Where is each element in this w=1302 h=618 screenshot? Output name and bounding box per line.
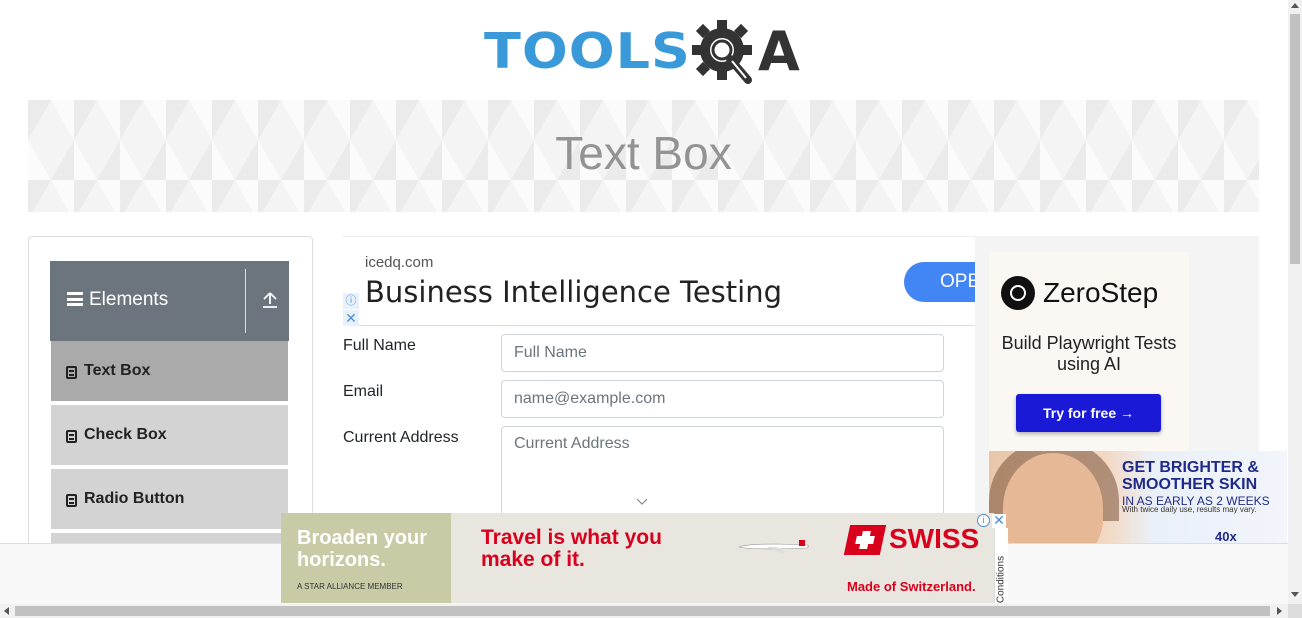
ad-domain: icedq.com <box>365 254 434 271</box>
document-icon <box>66 366 77 379</box>
sidebar-item-label: Check Box <box>84 426 167 443</box>
swiss-ad-travel-text: Travel is what you make of it. <box>481 526 662 571</box>
collapse-up-icon[interactable] <box>262 291 278 309</box>
sidebar-item-radio-button[interactable]: Radio Button <box>51 469 288 531</box>
scroll-right-icon[interactable] <box>1277 607 1282 615</box>
zerostep-logo-icon <box>1001 276 1035 310</box>
try-for-free-button[interactable]: Try for free → <box>1016 394 1161 432</box>
swiss-brand: SWISS <box>889 523 980 554</box>
swiss-flag-icon <box>843 525 887 555</box>
skin-ad-fineprint: With twice daily use, results may vary. <box>1122 505 1257 514</box>
ad-close-icon[interactable]: ✕ <box>343 310 359 326</box>
document-icon <box>66 494 77 507</box>
divider <box>245 269 246 333</box>
swiss-ad-left-text: Broaden your horizons. <box>297 527 428 571</box>
sidebar-item-text-box[interactable]: Text Box <box>51 341 288 403</box>
zerostep-ad-card[interactable]: ZeroStep Build Playwright Tests using AI… <box>989 252 1189 452</box>
ad-open-button[interactable]: OPEN <box>904 262 975 302</box>
zerostep-brand: ZeroStep <box>1043 277 1159 308</box>
sidebar-item-label: Text Box <box>84 362 151 379</box>
skin-ad-badge: 40x <box>1215 529 1237 544</box>
swiss-ad[interactable]: Broaden your horizons. A STAR ALLIANCE M… <box>281 513 994 603</box>
scrollbar-corner <box>1288 604 1302 618</box>
ad-headline[interactable]: Business Intelligence Testing <box>365 275 782 309</box>
vertical-scroll-thumb[interactable] <box>1290 14 1300 264</box>
email-input[interactable] <box>501 380 944 418</box>
skin-ad-headline: GET BRIGHTER & SMOOTHER SKIN <box>1122 459 1259 493</box>
ad-close-icon[interactable]: ✕ <box>992 513 1006 528</box>
horizontal-scrollbar[interactable] <box>0 604 1288 618</box>
horizontal-scroll-thumb[interactable] <box>15 606 1270 616</box>
zerostep-tagline: Build Playwright Tests using AI <box>1001 333 1177 374</box>
vertical-scrollbar[interactable] <box>1288 0 1302 604</box>
page-banner: Text Box <box>28 100 1259 212</box>
logo-text-tools: TOOLS <box>484 23 691 80</box>
page-title: Text Box <box>555 127 732 179</box>
sidebar-group-label: Elements <box>89 289 169 310</box>
sidebar-item-label: Radio Button <box>84 490 185 507</box>
swiss-logo: SWISS <box>843 523 983 555</box>
airplane-icon <box>737 540 809 553</box>
skin-care-ad[interactable]: GET BRIGHTER & SMOOTHER SKIN IN AS EARLY… <box>989 451 1287 544</box>
full-name-label: Full Name <box>343 337 416 354</box>
chevron-down-icon[interactable] <box>636 498 648 506</box>
menu-icon <box>67 292 83 306</box>
scroll-left-icon[interactable] <box>4 607 9 615</box>
email-label: Email <box>343 383 384 400</box>
ad-conditions[interactable]: Conditions <box>994 528 1008 603</box>
full-name-input[interactable] <box>501 334 944 372</box>
sidebar-item-check-box[interactable]: Check Box <box>51 405 288 467</box>
gear-magnifier-icon <box>692 20 752 84</box>
star-alliance-text: A STAR ALLIANCE MEMBER <box>297 582 403 591</box>
ad-info-icon[interactable]: i <box>977 514 990 527</box>
sidebar-group-elements[interactable]: Elements <box>50 261 289 341</box>
ad-banner-top[interactable]: icedq.com Business Intelligence Testing … <box>343 236 975 326</box>
logo-text-a: A <box>758 20 800 83</box>
conditions-label[interactable]: Conditions <box>996 550 1007 610</box>
scroll-up-icon[interactable] <box>1291 3 1299 8</box>
ad-info-icon[interactable]: ⓘ <box>343 293 359 309</box>
document-icon <box>66 430 77 443</box>
toolsqa-logo[interactable]: TOOLS A <box>484 16 808 90</box>
scroll-down-icon[interactable] <box>1291 592 1299 597</box>
swiss-tagline: Made of Switzerland. <box>847 579 976 594</box>
current-address-label: Current Address <box>343 429 459 446</box>
